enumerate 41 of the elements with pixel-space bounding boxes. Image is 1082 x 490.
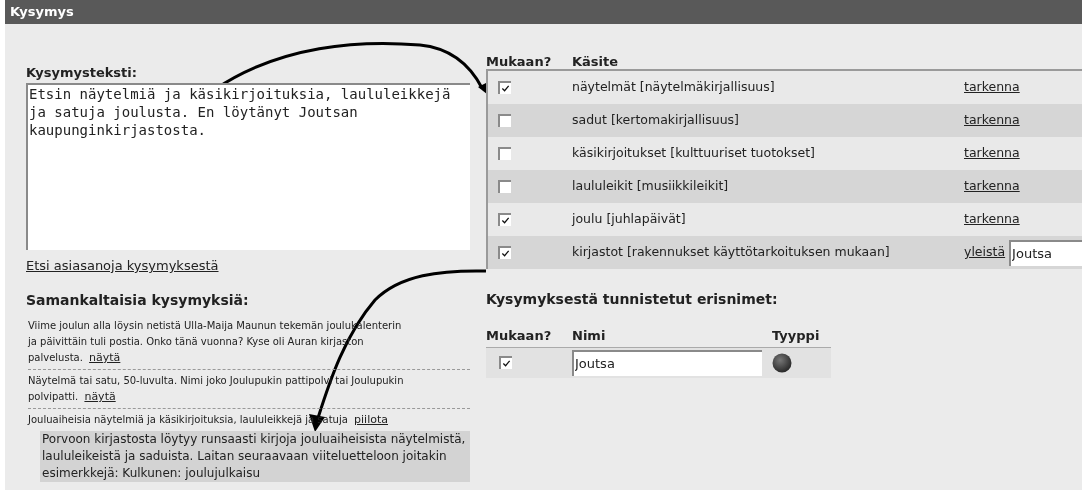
refine-link[interactable]: tarkenna (964, 111, 1020, 130)
column-header: Nimi (572, 327, 607, 345)
column-header: Mukaan? (486, 53, 553, 69)
search-terms-link[interactable]: Etsi asiasanoja kysymyksestä (26, 258, 219, 273)
window-title: Kysymys (5, 0, 1082, 24)
concept-term: näytelmät [näytelmäkirjallisuus] (572, 78, 776, 97)
concept-term: laululeikit [musiikkileikit] (572, 177, 730, 196)
checkbox[interactable] (498, 246, 511, 259)
question-field[interactable]: Etsin näytelmiä ja käsikirjoituksia, laululeikkejä ja satuja joulusta. En löytänyt Joutsan kaupunginkirjastosta. (26, 83, 470, 250)
column-header: Käsite (572, 53, 619, 69)
refine-link[interactable]: tarkenna (964, 177, 1020, 196)
column-header: Mukaan? (486, 327, 553, 345)
section-heading: Kysymyksestä tunnistetut erisnimet: (486, 290, 779, 309)
checkmark-icon (502, 359, 511, 368)
field-label: Kysymysteksti: (26, 65, 138, 81)
checkbox[interactable] (498, 81, 511, 94)
section-heading: Samankaltaisia kysymyksiä: (26, 291, 250, 310)
name-field[interactable]: Joutsa (572, 349, 762, 376)
toggle-link[interactable]: näytä (84, 390, 116, 403)
checkbox[interactable] (498, 147, 511, 160)
checkbox[interactable] (499, 356, 512, 369)
checkbox[interactable] (498, 114, 511, 127)
concept-term: käsikirjoitukset [kulttuuriset tuotokset] (572, 144, 816, 163)
concept-term: sadut [kertomakirjallisuus] (572, 111, 740, 130)
concept-term: joulu [juhlapäivät] (572, 210, 687, 229)
toggle-link[interactable]: piilota (354, 413, 388, 426)
refine-link[interactable]: tarkenna (964, 78, 1020, 97)
place-field[interactable]: Joutsa (1009, 239, 1082, 266)
checkmark-icon (501, 216, 510, 225)
checkbox[interactable] (498, 213, 511, 226)
checkmark-icon (501, 249, 510, 258)
answer-text: Porvoon kirjastosta löytyy runsaasti kirjoja jouluaiheisista näytelmistä, laululeikeistä ja saduista. Laitan seuraavaan viiteluetteloon joitakin esimerkkejä: Kulkunen: joulujulkaisu (40, 431, 470, 482)
concept-term: kirjastot [rakennukset käyttötarkoituksen mukaan] (572, 243, 891, 262)
refine-link[interactable]: tarkenna (964, 210, 1020, 229)
checkbox[interactable] (498, 180, 511, 193)
sphere-icon (772, 352, 792, 373)
toggle-link[interactable]: näytä (89, 351, 121, 364)
column-header: Tyyppi (772, 327, 820, 345)
refine-link[interactable]: tarkenna (964, 144, 1020, 163)
checkmark-icon (501, 84, 510, 93)
generalize-link[interactable]: yleistä (964, 243, 1006, 262)
